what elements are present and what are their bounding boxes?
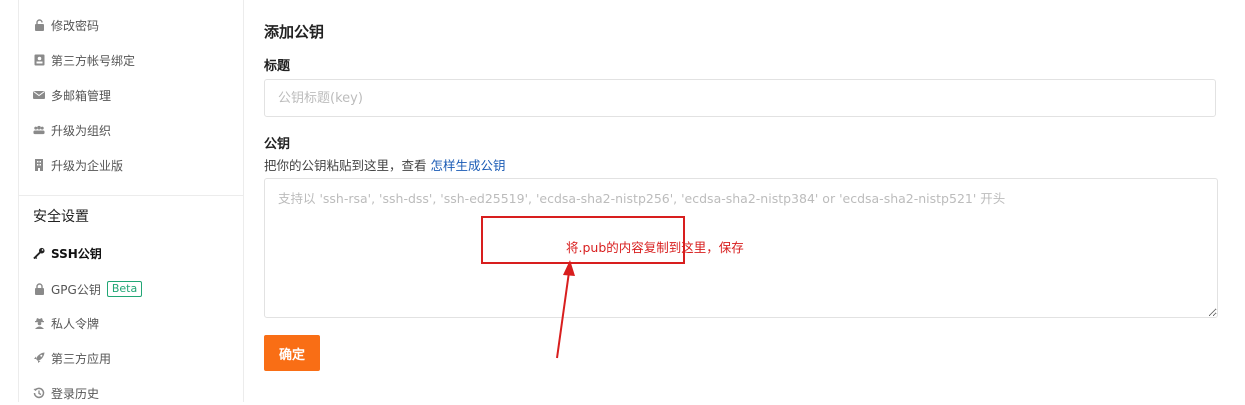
key-hint: 把你的公钥粘贴到这里，查看 怎样生成公钥: [264, 155, 506, 174]
sidebar-item-label: 第三方帐号绑定: [51, 53, 136, 68]
title-label: 标题: [264, 59, 291, 74]
sidebar-item-label: 私人令牌: [51, 316, 100, 331]
sidebar-item-login-history[interactable]: 登录历史: [33, 381, 99, 405]
sidebar-item-label: SSH公钥: [51, 246, 102, 261]
settings-sidebar: 修改密码 第三方帐号绑定 多邮箱管理 升级为组织 升级为企业版 安全设置 SSH…: [18, 0, 244, 402]
sidebar-item-label: 登录历史: [51, 386, 100, 401]
sidebar-item-label: 修改密码: [51, 18, 100, 33]
sidebar-item-label: 多邮箱管理: [51, 88, 112, 103]
rocket-icon: [33, 352, 45, 364]
sidebar-item-upgrade-organization[interactable]: 升级为组织: [33, 118, 111, 142]
lock-icon: [33, 283, 45, 295]
sidebar-item-label: 第三方应用: [51, 351, 112, 366]
key-hint-text: 把你的公钥粘贴到这里，查看: [264, 158, 427, 173]
envelope-icon: [33, 89, 45, 101]
sidebar-item-third-party-apps[interactable]: 第三方应用: [33, 346, 111, 370]
key-icon: [33, 247, 45, 259]
annotation-arrow: [556, 260, 575, 359]
building-icon: [33, 159, 45, 171]
sidebar-divider: [19, 195, 243, 196]
annotation-text: 将.pub的内容复制到这里，保存: [566, 240, 744, 255]
key-title-input[interactable]: [264, 79, 1216, 117]
history-icon: [33, 387, 45, 399]
beta-badge: Beta: [106, 281, 143, 297]
sidebar-item-upgrade-enterprise[interactable]: 升级为企业版: [33, 153, 123, 177]
sidebar-item-label: 升级为组织: [51, 123, 112, 138]
lock-icon: [33, 19, 45, 31]
sidebar-section-title: 安全设置: [33, 209, 89, 225]
key-label: 公钥: [264, 137, 291, 152]
sidebar-item-label: GPG公钥: [51, 282, 101, 297]
submit-button[interactable]: 确定: [264, 335, 320, 371]
sidebar-item-third-party-binding[interactable]: 第三方帐号绑定: [33, 48, 135, 72]
sidebar-item-gpg-keys[interactable]: GPG公钥 Beta: [33, 277, 143, 301]
how-to-generate-key-link[interactable]: 怎样生成公钥: [431, 158, 506, 173]
user-secret-icon: [33, 317, 45, 329]
users-icon: [33, 124, 45, 136]
sidebar-item-email-management[interactable]: 多邮箱管理: [33, 83, 111, 107]
sidebar-item-personal-tokens[interactable]: 私人令牌: [33, 311, 99, 335]
add-key-form: 添加公钥 标题 公钥 把你的公钥粘贴到这里，查看 怎样生成公钥 确定: [264, 0, 1218, 402]
sidebar-item-ssh-keys[interactable]: SSH公钥: [33, 241, 102, 265]
id-card-icon: [33, 54, 45, 66]
page-title: 添加公钥: [264, 23, 325, 41]
sidebar-item-label: 升级为企业版: [51, 158, 124, 173]
sidebar-item-change-password[interactable]: 修改密码: [33, 13, 99, 37]
